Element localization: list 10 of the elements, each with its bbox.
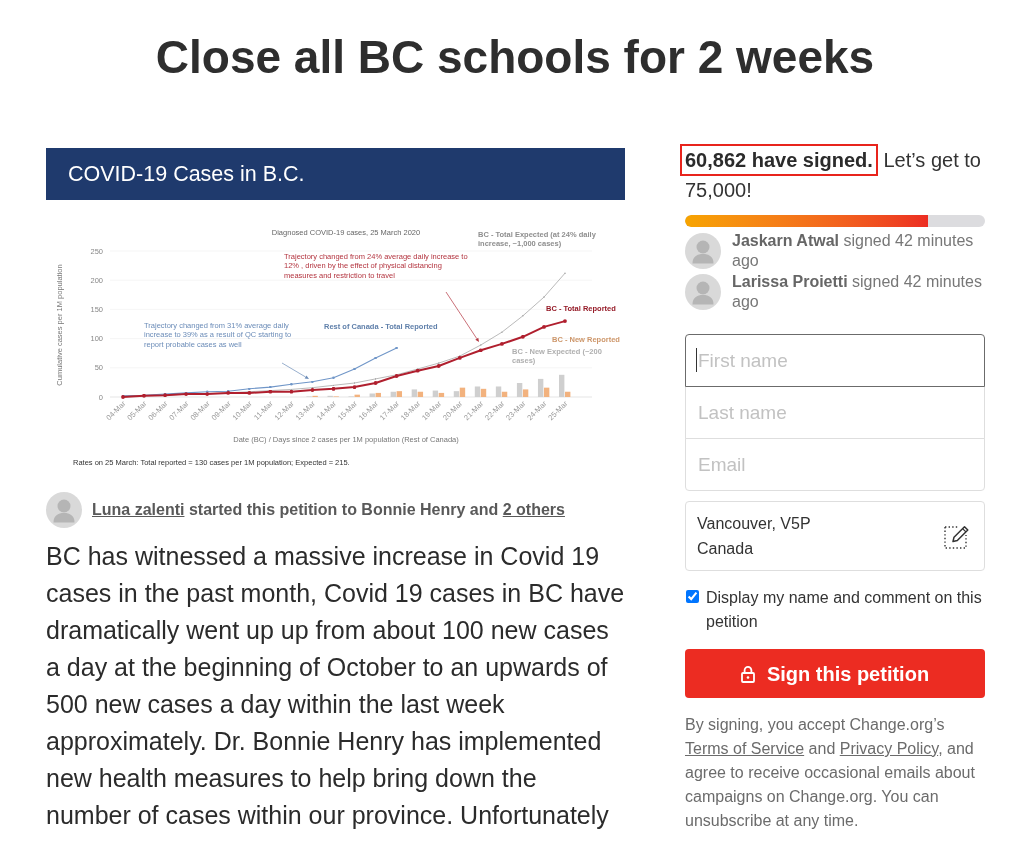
signature-summary: 60,862 have signed. Let’s get to 75,000! — [680, 145, 985, 205]
checkbox-label: Display my name and comment on this petition — [706, 588, 983, 632]
slide-title: COVID-19 Cases in B.C. — [68, 161, 305, 187]
petition-title: Close all BC schools for 2 weeks — [154, 30, 876, 84]
terms-text: By signing, you accept Change.org’s Terms of Service and Privacy Policy, and agree to receive occasional emails about campaigns on Change.org. You can unsubscribe at any time. — [685, 715, 976, 831]
location-text: Canada — [697, 539, 755, 559]
location-text: Vancouver, V5P — [697, 514, 811, 534]
signer-text: Larissa Proietti signed 42 minutes ago — [732, 272, 983, 312]
petition-description: BC has witnessed a massive increase in Covid 19 cases in the past month, Covid 19 cases in BC have dramatically went up up from about 100 new cases a day at the beginning of October to an upwards of 500 new cases a day within the last week approximately. Dr. Bonnie Henry has implemented new health measures to help bring down the number of cases within our province. Unfortunately — [46, 541, 626, 831]
petition-starter-text: Luna zalenti started this petition to Bonnie Henry and 2 others — [92, 500, 565, 520]
